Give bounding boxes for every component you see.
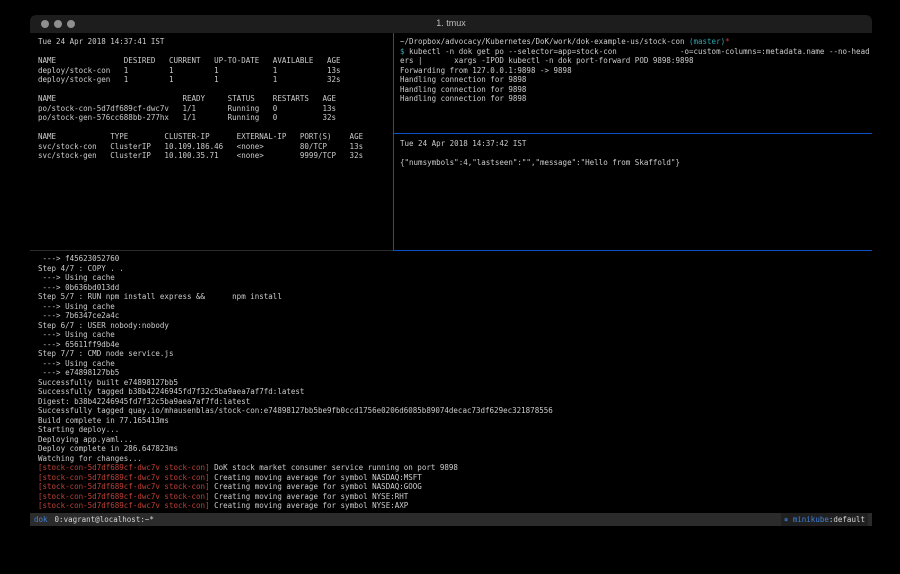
terminal-line: Step 7/7 : CMD node service.js [38, 349, 872, 359]
active-window-item[interactable]: 0:vagrant@localhost:~* [55, 515, 154, 524]
terminal-line: ---> Using cache [38, 273, 872, 283]
terminal-line: ---> Using cache [38, 302, 872, 312]
terminal-line: NAME TYPE CLUSTER-IP EXTERNAL-IP PORT(S)… [38, 132, 393, 142]
terminal-line: ---> 0b636bd013dd [38, 283, 872, 293]
terminal-line: ers | xargs -IPOD kubectl -n dok port-fo… [400, 56, 872, 66]
pane-skaffold-build-log[interactable]: ---> f45623052760Step 4/7 : COPY . . ---… [30, 251, 872, 513]
terminal-line [38, 47, 393, 57]
terminal-line: ~/Dropbox/advocacy/Kubernetes/DoK/work/d… [400, 37, 872, 47]
terminal-line: Deploying app.yaml... [38, 435, 872, 445]
terminal-line: Step 6/7 : USER nobody:nobody [38, 321, 872, 331]
terminal-line: $ kubectl -n dok get po --selector=app=s… [400, 47, 872, 57]
terminal-line: Successfully tagged quay.io/mhausenblas/… [38, 406, 872, 416]
terminal-line: [stock-con-5d7df689cf-dwc7v stock-con] D… [38, 463, 872, 473]
terminal-line: [stock-con-5d7df689cf-dwc7v stock-con] C… [38, 492, 872, 502]
terminal-line: Step 5/7 : RUN npm install express && np… [38, 292, 872, 302]
terminal-line: ---> Using cache [38, 359, 872, 369]
terminal-line [38, 85, 393, 95]
terminal-window: 1. tmux Tue 24 Apr 2018 14:37:41 IST NAM… [30, 15, 872, 546]
terminal-line: {"numsymbols":4,"lastseen":"","message":… [400, 158, 872, 168]
terminal-line: ---> e74898127bb5 [38, 368, 872, 378]
terminal-line [400, 149, 872, 159]
terminal-line: Successfully built e74898127bb5 [38, 378, 872, 388]
terminal-line: Successfully tagged b38b42246945fd7f32c5… [38, 387, 872, 397]
terminal-line: Watching for changes... [38, 454, 872, 464]
terminal-line: [stock-con-5d7df689cf-dwc7v stock-con] C… [38, 473, 872, 483]
terminal-line: Forwarding from 127.0.0.1:9898 -> 9898 [400, 66, 872, 76]
terminal-line: Handling connection for 9898 [400, 94, 872, 104]
terminal-line: Digest: b38b42246945fd7f32c5ba9aea7af7fd… [38, 397, 872, 407]
terminal-line: svc/stock-con ClusterIP 10.109.186.46 <n… [38, 142, 393, 152]
terminal-line: [stock-con-5d7df689cf-dwc7v stock-con] C… [38, 482, 872, 492]
terminal-line: Handling connection for 9898 [400, 85, 872, 95]
terminal-line: ---> 7b6347ce2a4c [38, 311, 872, 321]
kube-context: minikube [788, 515, 829, 524]
terminal-line: po/stock-con-5d7df689cf-dwc7v 1/1 Runnin… [38, 104, 393, 114]
pane-port-forward[interactable]: ~/Dropbox/advocacy/Kubernetes/DoK/work/d… [394, 33, 872, 133]
terminal-line [38, 123, 393, 133]
terminal-line: deploy/stock-gen 1 1 1 1 32s [38, 75, 393, 85]
pane-kubectl-watch[interactable]: Tue 24 Apr 2018 14:37:41 IST NAME DESIRE… [30, 33, 393, 250]
kube-namespace: :default [829, 515, 865, 524]
terminal-line: po/stock-gen-576cc688bb-277hx 1/1 Runnin… [38, 113, 393, 123]
pane-service-watch[interactable]: Tue 24 Apr 2018 14:37:42 IST {"numsymbol… [394, 134, 872, 250]
tmux-status-bar: dok 0:vagrant@localhost:~* ⎈ minikube:def… [30, 513, 872, 526]
terminal-line: svc/stock-gen ClusterIP 10.100.35.71 <no… [38, 151, 393, 161]
terminal-line: Tue 24 Apr 2018 14:37:41 IST [38, 37, 393, 47]
window-titlebar[interactable]: 1. tmux [30, 15, 872, 33]
terminal-line: deploy/stock-con 1 1 1 1 13s [38, 66, 393, 76]
session-name: dok [34, 515, 48, 524]
terminal-line: ---> f45623052760 [38, 254, 872, 264]
terminal-line: Tue 24 Apr 2018 14:37:42 IST [400, 139, 872, 149]
terminal-line: NAME READY STATUS RESTARTS AGE [38, 94, 393, 104]
terminal-line: Step 4/7 : COPY . . [38, 264, 872, 274]
terminal-line: Build complete in 77.165413ms [38, 416, 872, 426]
terminal-line: ---> 65611ff9db4e [38, 340, 872, 350]
status-left: dok 0:vagrant@localhost:~* [34, 513, 154, 526]
terminal-line: ---> Using cache [38, 330, 872, 340]
window-title: 1. tmux [30, 18, 872, 28]
terminal-line: Handling connection for 9898 [400, 75, 872, 85]
status-right: ⎈ minikube:default [781, 513, 868, 526]
terminal-line: Deploy complete in 286.647823ms [38, 444, 872, 454]
terminal-line: NAME DESIRED CURRENT UP-TO-DATE AVAILABL… [38, 56, 393, 66]
terminal-line: [stock-con-5d7df689cf-dwc7v stock-con] C… [38, 501, 872, 511]
terminal-line: Starting deploy... [38, 425, 872, 435]
